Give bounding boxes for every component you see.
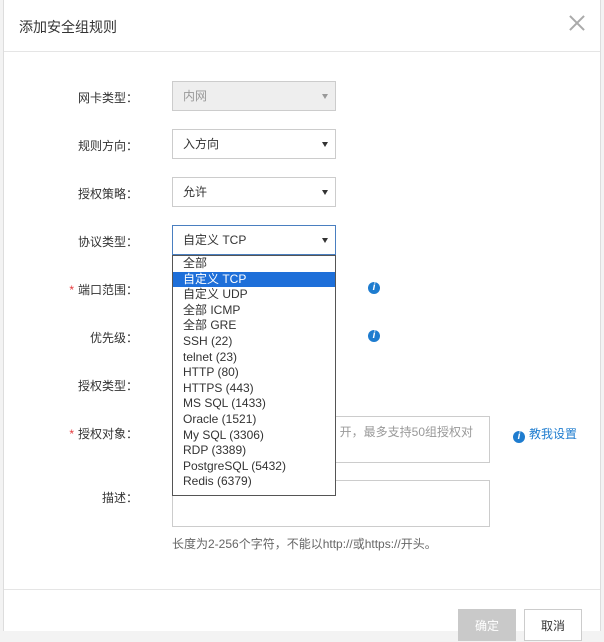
- header-divider: [4, 51, 600, 52]
- dialog-title: 添加安全组规则: [19, 19, 117, 35]
- policy-value: 允许: [183, 185, 208, 199]
- required-marker: *: [69, 427, 74, 441]
- protocol-select[interactable]: 自定义 TCP: [172, 225, 336, 255]
- description-hint: 长度为2-256个字符，不能以http://或https://开头。: [172, 537, 437, 551]
- info-icon: i: [513, 431, 525, 443]
- protocol-option[interactable]: 全部: [173, 256, 335, 272]
- protocol-option[interactable]: MS SQL (1433): [173, 396, 335, 412]
- auth-type-label: 授权类型：: [77, 379, 138, 393]
- protocol-value: 自定义 TCP: [183, 233, 247, 247]
- port-range-label: * 端口范围：: [28, 281, 138, 298]
- protocol-option[interactable]: My SQL (3306): [173, 428, 335, 444]
- info-icon[interactable]: i: [368, 282, 380, 294]
- help-link-text: 教我设置: [529, 427, 578, 441]
- nic-type-select: 内网: [172, 81, 336, 111]
- protocol-option[interactable]: Oracle (1521): [173, 412, 335, 428]
- required-marker: *: [69, 283, 74, 297]
- policy-label: 授权策略：: [77, 187, 138, 201]
- protocol-option[interactable]: 全部 GRE: [173, 318, 335, 334]
- direction-select[interactable]: 入方向: [172, 129, 336, 159]
- protocol-option[interactable]: telnet (23): [173, 350, 335, 366]
- protocol-dropdown-list: 全部 自定义 TCP 自定义 UDP 全部 ICMP 全部 GRE SSH (22) tel…: [172, 255, 336, 496]
- protocol-label: 协议类型：: [77, 235, 138, 249]
- protocol-option[interactable]: 自定义 UDP: [173, 287, 335, 303]
- direction-value: 入方向: [183, 137, 220, 151]
- protocol-option[interactable]: Redis (6379): [173, 474, 335, 490]
- auth-object-label-text: 授权对象：: [77, 427, 138, 441]
- protocol-option[interactable]: PostgreSQL (5432): [173, 459, 335, 475]
- footer-divider: [4, 589, 600, 590]
- confirm-button[interactable]: 确定: [458, 609, 516, 641]
- description-label: 描述：: [101, 491, 138, 505]
- help-setup-link[interactable]: i 教我设置: [513, 425, 577, 443]
- info-icon[interactable]: i: [368, 330, 380, 342]
- nic-type-value: 内网: [183, 89, 208, 103]
- direction-label: 规则方向：: [77, 139, 138, 153]
- nic-type-label: 网卡类型：: [77, 91, 138, 105]
- port-range-label-text: 端口范围：: [77, 283, 138, 297]
- priority-label: 优先级：: [89, 331, 138, 345]
- add-security-group-rule-dialog: 添加安全组规则 网卡类型： 内网 规则方向： 入方向 授权策略： 允许 协议类型…: [3, 0, 601, 641]
- close-icon[interactable]: [567, 13, 587, 33]
- chevron-down-icon: [322, 190, 328, 195]
- cancel-button[interactable]: 取消: [524, 609, 582, 641]
- auth-object-label: * 授权对象：: [28, 425, 138, 442]
- protocol-option[interactable]: RDP (3389): [173, 443, 335, 459]
- protocol-option[interactable]: HTTPS (443): [173, 381, 335, 397]
- protocol-option[interactable]: 全部 ICMP: [173, 303, 335, 319]
- chevron-down-icon: [322, 238, 328, 243]
- protocol-option[interactable]: 自定义 TCP: [173, 271, 335, 288]
- protocol-option[interactable]: HTTP (80): [173, 365, 335, 381]
- chevron-down-icon: [322, 142, 328, 147]
- chevron-down-icon: [322, 94, 328, 99]
- policy-select[interactable]: 允许: [172, 177, 336, 207]
- protocol-option[interactable]: SSH (22): [173, 334, 335, 350]
